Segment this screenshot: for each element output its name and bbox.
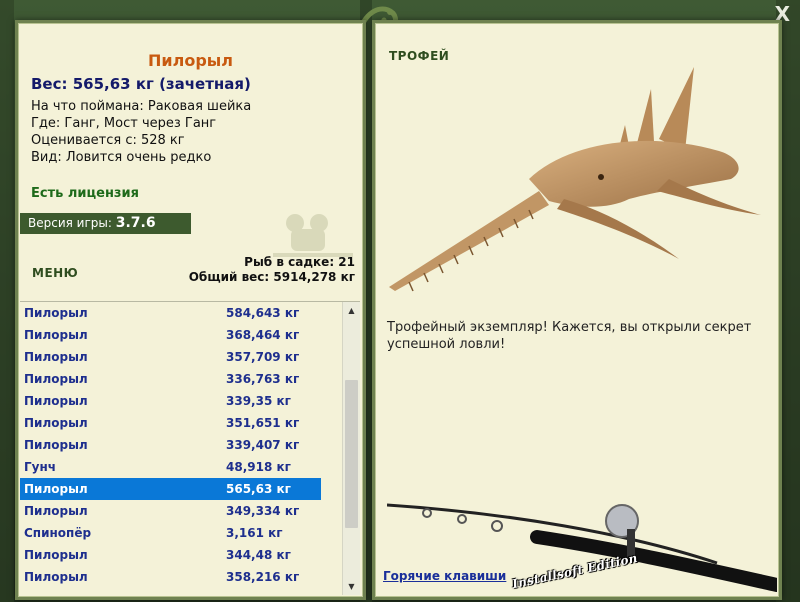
caught-on-line: На что поймана: Раковая шейка [31, 99, 252, 114]
menu-button[interactable]: МЕНЮ [32, 266, 78, 280]
table-row[interactable]: Пилорыл 339,407 кг [20, 434, 343, 456]
table-row[interactable]: Пилорыл 351,651 кг [20, 412, 343, 434]
catch-fish-name: Пилорыл [24, 438, 88, 452]
catch-fish-name: Спинопёр [24, 526, 92, 540]
table-row[interactable]: Пилорыл 368,464 кг [20, 324, 343, 346]
fish-name: Пилорыл [148, 51, 233, 70]
sawfish-image [389, 67, 761, 292]
version-value: 3.7.6 [115, 215, 156, 231]
table-row[interactable]: Пилорыл 349,334 кг [20, 500, 343, 522]
scroll-thumb[interactable] [345, 380, 358, 528]
fisherman-watermark-icon [273, 214, 353, 257]
catch-rows: Пилорыл 584,643 кг Пилорыл 368,464 кг Пилоры… [20, 302, 343, 588]
scroll-down-icon[interactable]: ▼ [343, 578, 360, 595]
catch-fish-name: Пилорыл [24, 504, 88, 518]
catch-fish-weight: 565,63 кг [226, 482, 291, 496]
catch-fish-weight: 368,464 кг [226, 328, 300, 342]
table-row[interactable]: Пилорыл 358,216 кг [20, 566, 343, 588]
catch-fish-name: Пилорыл [24, 306, 88, 320]
catch-fish-name: Пилорыл [24, 416, 88, 430]
table-row[interactable]: Спинопёр 3,161 кг [20, 522, 343, 544]
catch-fish-weight: 584,643 кг [226, 306, 300, 320]
rated-from-line: Оценивается с: 528 кг [31, 133, 185, 148]
game-version-bar: Версия игры: 3.7.6 [20, 213, 191, 234]
catch-fish-name: Пилорыл [24, 328, 88, 342]
catch-fish-weight: 336,763 кг [226, 372, 300, 386]
catch-fish-weight: 339,35 кг [226, 394, 291, 408]
scroll-up-icon[interactable]: ▲ [343, 302, 360, 319]
license-status: Есть лицензия [31, 186, 139, 201]
catch-fish-name: Пилорыл [24, 482, 88, 496]
catch-fish-weight: 349,334 кг [226, 504, 300, 518]
bag-summary: Рыб в садке: 21 Общий вес: 5914,278 кг [189, 255, 355, 285]
catch-fish-name: Пилорыл [24, 394, 88, 408]
catch-fish-weight: 357,709 кг [226, 350, 300, 364]
table-row[interactable]: Пилорыл 339,35 кг [20, 390, 343, 412]
table-row[interactable]: Пилорыл 336,763 кг [20, 368, 343, 390]
fish-info-panel: Пилорыл Вес: 565,63 кг (зачетная) На что… [15, 20, 366, 600]
table-row[interactable]: Пилорыл 357,709 кг [20, 346, 343, 368]
catch-fish-name: Пилорыл [24, 372, 88, 386]
scrollbar[interactable]: ▲ ▼ [342, 302, 360, 595]
trophy-message: Трофейный экземпляр! Кажется, вы открыли… [387, 320, 752, 352]
table-row[interactable]: Пилорыл 344,48 кг [20, 544, 343, 566]
rarity-line: Вид: Ловится очень редко [31, 150, 212, 165]
catch-fish-name: Пилорыл [24, 350, 88, 364]
fish-weight: Вес: 565,63 кг (зачетная) [31, 75, 251, 93]
table-row[interactable]: Гунч 48,918 кг [20, 456, 343, 478]
catch-fish-weight: 3,161 кг [226, 526, 283, 540]
catch-list[interactable]: Пилорыл 584,643 кг Пилорыл 368,464 кг Пилоры… [20, 301, 360, 595]
version-label: Версия игры: [28, 216, 116, 230]
catch-fish-weight: 48,918 кг [226, 460, 291, 474]
catch-fish-name: Гунч [24, 460, 56, 474]
catch-fish-weight: 344,48 кг [226, 548, 291, 562]
catch-fish-name: Пилорыл [24, 548, 88, 562]
hotkeys-link[interactable]: Горячие клавиши [383, 569, 506, 583]
location-line: Где: Ганг, Мост через Ганг [31, 116, 217, 131]
trophy-panel: ТРОФЕЙ Трофейный экземпляр! Кажется, вы … [372, 20, 782, 600]
catch-fish-weight: 358,216 кг [226, 570, 300, 584]
table-row[interactable]: Пилорыл 565,63 кг [20, 478, 321, 500]
bag-total-weight: Общий вес: 5914,278 кг [188, 270, 355, 284]
table-row[interactable]: Пилорыл 584,643 кг [20, 302, 343, 324]
bag-count: Рыб в садке: 21 [244, 255, 355, 269]
catch-fish-weight: 339,407 кг [226, 438, 300, 452]
catch-fish-weight: 351,651 кг [226, 416, 300, 430]
catch-fish-name: Пилорыл [24, 570, 88, 584]
